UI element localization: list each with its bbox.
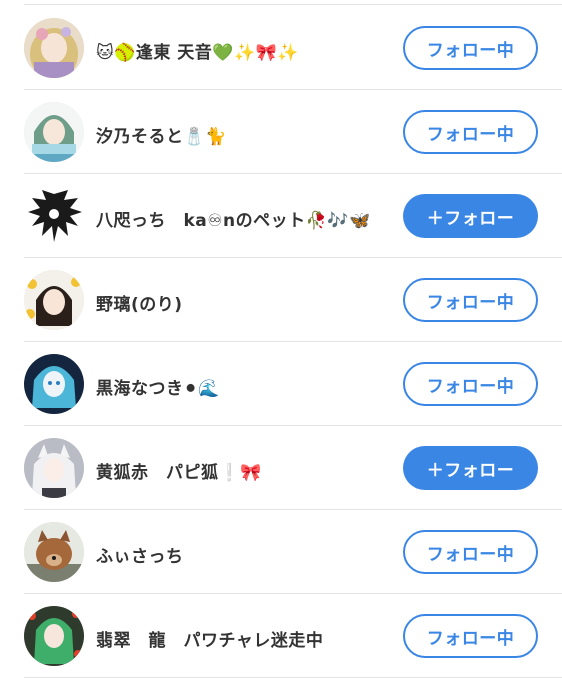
following-button[interactable]: フォロー中 [403,614,538,658]
user-name[interactable]: 野璃(のり) [96,290,183,315]
following-button[interactable]: フォロー中 [403,530,538,574]
following-button[interactable]: フォロー中 [403,362,538,406]
following-button[interactable]: フォロー中 [403,110,538,154]
follow-button[interactable]: ＋フォロー [403,194,538,238]
user-row[interactable]: 八咫っち ka♾nのペット🥀🎶🦋 ＋フォロー [0,174,562,258]
separator [24,677,562,678]
avatar[interactable] [24,438,84,498]
user-name[interactable]: 🐱🥎逢東 天音💚✨🎀✨ [96,38,299,63]
avatar[interactable] [24,606,84,666]
user-row[interactable]: 野璃(のり) フォロー中 [0,258,562,342]
user-name[interactable]: 八咫っち ka♾nのペット🥀🎶🦋 [96,206,371,231]
user-row[interactable]: 🐱🥎逢東 天音💚✨🎀✨ フォロー中 [0,6,562,90]
user-name[interactable]: 黄狐赤 パピ狐❕🎀 [96,458,262,483]
user-row[interactable]: 黒海なつき⚫🌊 フォロー中 [0,342,562,426]
user-name[interactable]: 黒海なつき⚫🌊 [96,374,220,399]
avatar[interactable] [24,522,84,582]
user-row[interactable]: 汐乃そると🧂🐈 フォロー中 [0,90,562,174]
user-row[interactable]: 黄狐赤 パピ狐❕🎀 ＋フォロー [0,426,562,510]
separator [24,4,562,5]
avatar[interactable] [24,354,84,414]
user-row[interactable]: ふぃさっち フォロー中 [0,510,562,594]
avatar[interactable] [24,18,84,78]
user-row[interactable]: 翡翠 龍 パワチャレ迷走中 フォロー中 [0,594,562,678]
avatar[interactable] [24,186,84,246]
avatar[interactable] [24,102,84,162]
follow-list: 🐱🥎逢東 天音💚✨🎀✨ フォロー中 汐乃そると🧂🐈 フォロー中 八咫っち ka♾… [0,0,562,680]
follow-button[interactable]: ＋フォロー [403,446,538,490]
user-name[interactable]: 汐乃そると🧂🐈 [96,122,227,147]
following-button[interactable]: フォロー中 [403,278,538,322]
user-name[interactable]: ふぃさっち [96,542,184,567]
following-button[interactable]: フォロー中 [403,26,538,70]
user-name[interactable]: 翡翠 龍 パワチャレ迷走中 [96,626,323,651]
avatar[interactable] [24,270,84,330]
